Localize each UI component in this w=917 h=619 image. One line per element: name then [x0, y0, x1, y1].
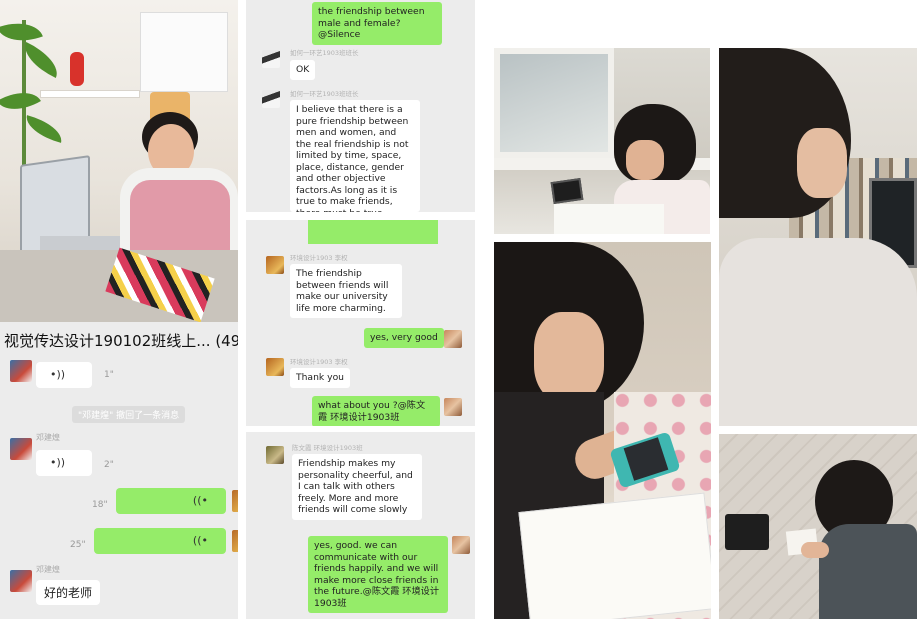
recall-notice: "邓建煌" 撤回了一条消息 [72, 406, 186, 423]
voice-message[interactable]: ((• [94, 528, 226, 554]
white-message-bubble[interactable]: I believe that there is a pure friendshi… [290, 100, 420, 212]
sender-name: 环境设计1903 李权 [290, 358, 348, 366]
black-box [725, 514, 769, 550]
green-message-bubble[interactable]: yes, very good [364, 328, 444, 348]
sender-name: 邓建煌 [36, 433, 60, 442]
student-face [797, 128, 847, 198]
wall-board [140, 12, 228, 92]
voice-wave-icon: •)) [50, 368, 66, 381]
voice-wave-icon: ((• [192, 534, 208, 547]
sender-avatar [266, 446, 284, 464]
student-face [534, 312, 604, 402]
sender-avatar [10, 570, 32, 592]
student-studying-photo-1 [494, 48, 710, 234]
student-studying-photo-4 [719, 434, 917, 619]
white-message-bubble[interactable]: OK [290, 60, 316, 80]
my-avatar [452, 536, 470, 554]
sender-avatar [266, 358, 284, 376]
wall-shelf [40, 90, 140, 98]
sender-name: 环境设计1903 李权 [290, 254, 348, 262]
english-chat-panel-2: 环境设计1903 李权 The friendship between frien… [246, 220, 475, 426]
student-face [626, 140, 664, 180]
voice-message[interactable]: •)) [36, 450, 92, 476]
sender-name: 如何一环艺1903班班长 [290, 90, 359, 98]
chat-title: 视觉传达设计190102班线上... (49) [4, 332, 238, 350]
green-message-bubble[interactable]: yes, good. we can communicate with our f… [308, 536, 448, 613]
student-shirt [719, 238, 917, 426]
sender-avatar [10, 360, 32, 382]
teacher-photo [0, 0, 238, 322]
student-sweater [819, 524, 917, 619]
green-message-bubble[interactable]: what about you ?@陈文霞 环境设计1903班 [312, 396, 440, 426]
sender-name: 陈文霞 环境设计1903班 [292, 444, 363, 452]
white-message-bubble[interactable]: Friendship makes my personality cheerful… [292, 454, 422, 520]
my-avatar [444, 330, 462, 348]
window [494, 48, 614, 158]
cut-off-green-bubble [308, 220, 438, 244]
voice-wave-icon: ((• [192, 494, 208, 507]
sender-avatar [262, 90, 280, 108]
voice-duration: 18" [92, 500, 108, 510]
red-decoration [70, 52, 84, 86]
teacher-avatar [232, 530, 238, 552]
english-chat-panel-1: the friendship between male and female?@… [246, 0, 475, 212]
student-studying-photo-2 [719, 48, 917, 426]
sender-name: 如何一环艺1903班班长 [290, 49, 359, 57]
voice-message[interactable]: •)) [36, 362, 92, 388]
teacher-vest [130, 180, 230, 260]
text-message[interactable]: 好的老师 [36, 580, 101, 605]
voice-duration: 1" [104, 370, 114, 380]
my-avatar [444, 398, 462, 416]
voice-message[interactable]: ((• [116, 488, 226, 514]
desk-notebook [554, 204, 664, 234]
voice-wave-icon: •)) [50, 456, 66, 469]
plant-leaf [0, 81, 41, 121]
english-chat-panel-3: 陈文霞 环境设计1903班 Friendship makes my person… [246, 432, 475, 619]
teacher-avatar [232, 490, 238, 512]
white-message-bubble[interactable]: The friendship between friends will make… [290, 264, 402, 318]
voice-duration: 25" [70, 540, 86, 550]
class-group-chat: 视觉传达设计190102班线上... (49) •)) 1" "邓建煌" 撤回了… [0, 322, 238, 619]
open-notebook [518, 492, 711, 619]
phone-on-stand [550, 178, 584, 204]
student-hand [801, 542, 829, 558]
plant-leaf [22, 115, 66, 143]
white-message-bubble[interactable]: Thank you [290, 368, 351, 388]
sender-avatar [262, 50, 280, 68]
voice-duration: 2" [104, 460, 114, 470]
green-message-bubble[interactable]: the friendship between male and female?@… [312, 2, 442, 45]
sender-avatar [266, 256, 284, 274]
sender-avatar [10, 438, 32, 460]
student-studying-photo-3 [494, 242, 711, 619]
sender-name: 邓建煌 [36, 565, 60, 574]
